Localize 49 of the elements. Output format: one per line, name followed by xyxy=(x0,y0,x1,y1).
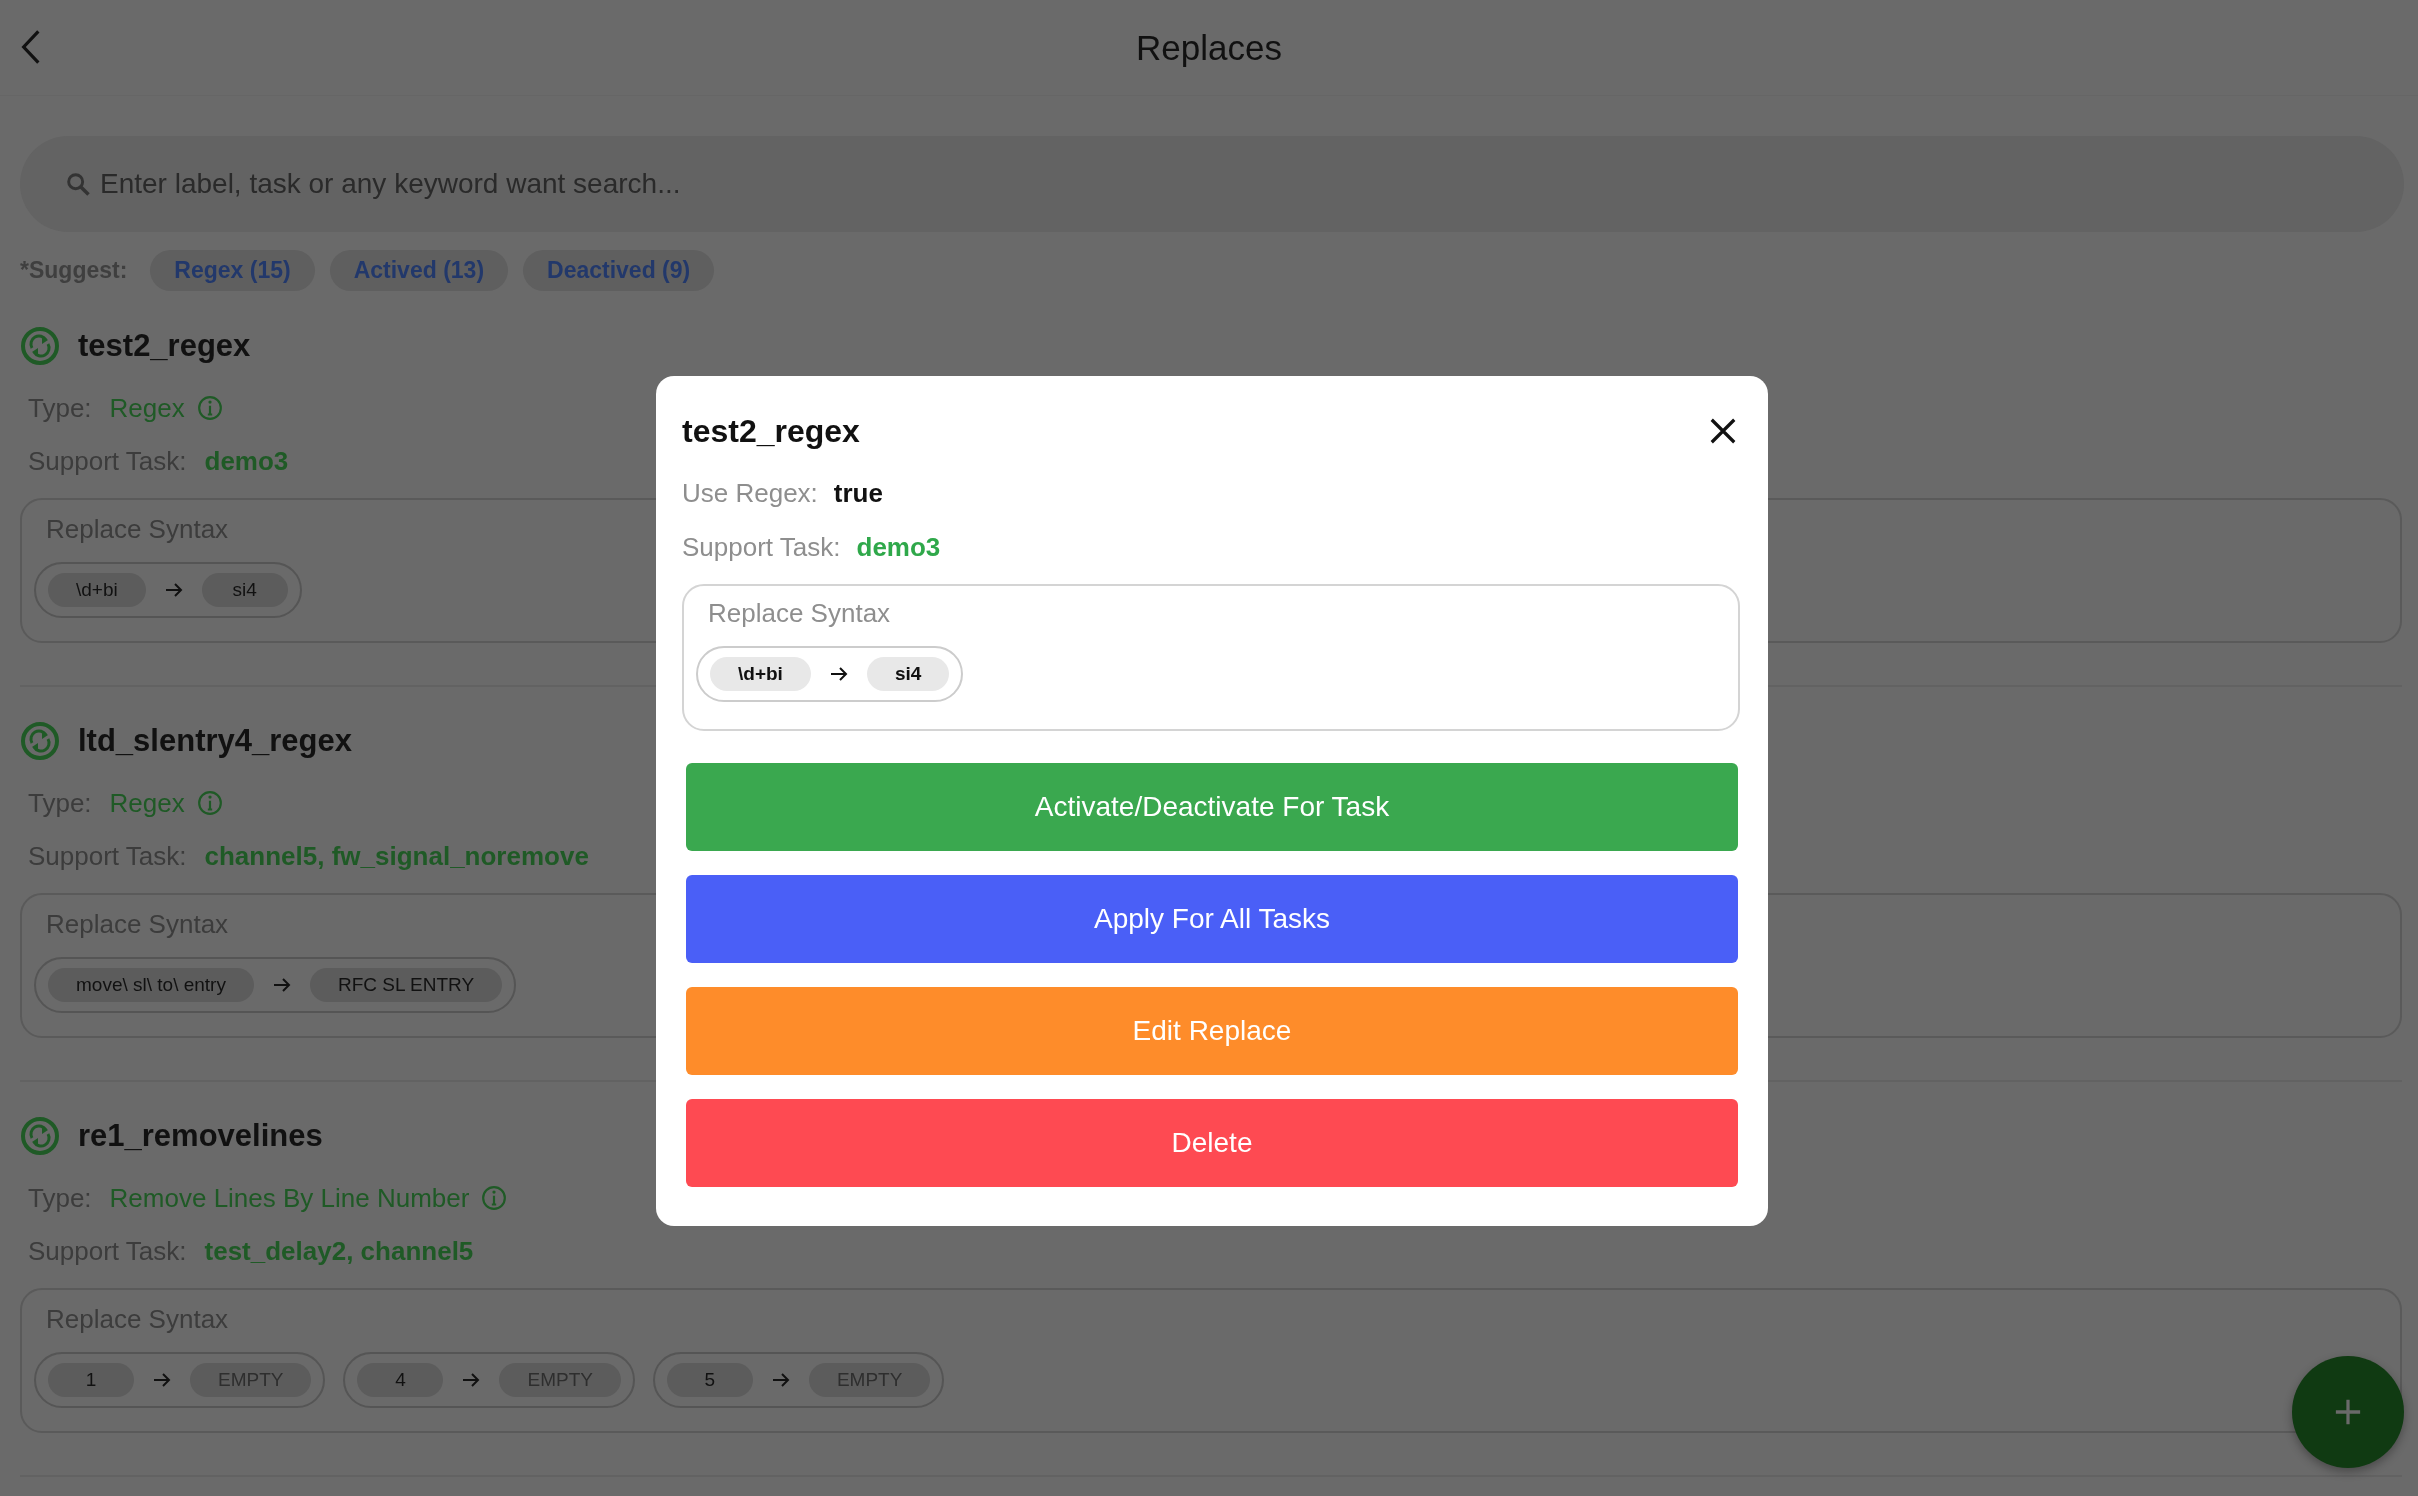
pattern-chip: \d+bi xyxy=(710,657,811,691)
refresh-icon xyxy=(20,1116,60,1156)
replacement-chip: si4 xyxy=(201,573,288,607)
refresh-icon xyxy=(20,326,60,366)
filter-chip[interactable]: Regex (15) xyxy=(150,249,315,291)
plus-icon xyxy=(2334,1398,2362,1426)
close-icon[interactable] xyxy=(1708,416,1738,446)
dialog-title: test2_regex xyxy=(682,412,860,450)
info-icon[interactable] xyxy=(196,395,223,421)
support-task-label: Support Task: xyxy=(682,531,841,563)
replacement-chip: si4 xyxy=(866,657,950,691)
replace-name: ltd_slentry4_regex xyxy=(78,723,352,759)
replace-name: re1_removelines xyxy=(78,1118,323,1154)
pattern-chip: move\ sl\ to\ entry xyxy=(48,968,254,1002)
replacement-chip: RFC SL ENTRY xyxy=(309,968,503,1002)
arrow-icon xyxy=(271,977,292,993)
support-task-value: demo3 xyxy=(204,445,289,477)
pattern-chip: 4 xyxy=(357,1363,444,1397)
search-icon xyxy=(64,170,92,198)
info-icon[interactable] xyxy=(481,1185,508,1211)
refresh-icon xyxy=(20,721,60,761)
search-field[interactable]: Enter label, task or any keyword want search... xyxy=(20,136,2404,232)
arrow-icon xyxy=(828,666,849,682)
action-button[interactable]: Delete xyxy=(686,1099,1738,1187)
use-regex-value: true xyxy=(833,477,883,509)
action-button[interactable]: Apply For All Tasks xyxy=(686,875,1738,963)
arrow-icon xyxy=(163,582,184,598)
page-title: Replaces xyxy=(1136,27,1282,68)
arrow-icon xyxy=(152,1372,172,1388)
use-regex-label: Use Regex: xyxy=(682,477,818,509)
type-value: Regex xyxy=(109,787,185,819)
type-value: Regex xyxy=(109,392,185,424)
syntax-label: Replace Syntax xyxy=(707,598,892,630)
arrow-icon xyxy=(770,1372,791,1388)
info-icon[interactable] xyxy=(196,790,223,816)
support-task-value: test_delay2, channel5 xyxy=(204,1235,474,1267)
type-value: Remove Lines By Line Number xyxy=(109,1182,470,1214)
action-button[interactable]: Activate/Deactivate For Task xyxy=(686,763,1738,851)
support-task-value: channel5, fw_signal_noremove xyxy=(204,840,589,872)
action-button[interactable]: Edit Replace xyxy=(686,987,1738,1075)
filter-chip[interactable]: Actived (13) xyxy=(329,249,509,291)
filter-chip[interactable]: Deactived (9) xyxy=(523,249,715,291)
support-task-value: demo3 xyxy=(856,531,941,563)
pattern-chip: 5 xyxy=(666,1363,753,1397)
pattern-chip: 1 xyxy=(48,1363,134,1397)
replace-name: test2_regex xyxy=(78,328,251,364)
back-icon[interactable] xyxy=(20,28,42,66)
pattern-chip: \d+bi xyxy=(48,573,146,607)
arrow-icon xyxy=(461,1372,482,1388)
